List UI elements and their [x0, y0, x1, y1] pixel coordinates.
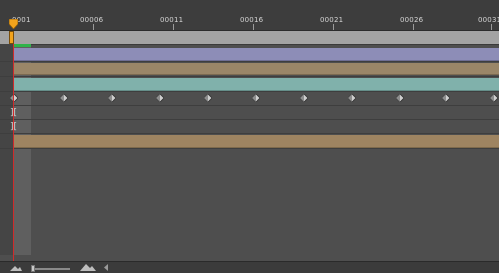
- timeline-zoom-toolbar: [0, 261, 499, 273]
- keyframe-icon[interactable]: [396, 94, 404, 102]
- time-ruler[interactable]: 0001 00006 00011 00016 00021 00026 00031: [0, 0, 499, 30]
- ruler-label: 00026: [400, 16, 424, 24]
- current-time-handle[interactable]: [9, 31, 14, 44]
- row-divider: [0, 61, 499, 62]
- work-area-bar[interactable]: [0, 31, 499, 45]
- keyframe-icon[interactable]: [252, 94, 260, 102]
- current-time-line: [13, 44, 14, 261]
- ruler-label: 00031: [478, 16, 499, 24]
- layer-bar[interactable]: [14, 135, 499, 148]
- ruler-label: 00021: [320, 16, 344, 24]
- keyframe-icon[interactable]: [348, 94, 356, 102]
- ruler-label: 00016: [240, 16, 264, 24]
- keyframe-icon[interactable]: [108, 94, 116, 102]
- keyframe-icon[interactable]: [60, 94, 68, 102]
- keyframe-icon[interactable]: [300, 94, 308, 102]
- keyframe-row: [0, 92, 499, 104]
- zoom-out-mountain-icon[interactable]: [10, 263, 22, 272]
- layer-bar[interactable]: [14, 63, 499, 75]
- row-divider: [0, 119, 499, 120]
- keyframe-icon[interactable]: [204, 94, 212, 102]
- layer-bar[interactable]: [14, 48, 499, 61]
- row-divider: [0, 148, 499, 149]
- timeline-panel: 0001 00006 00011 00016 00021 00026 00031: [0, 0, 499, 273]
- zoom-in-mountain-icon[interactable]: [80, 263, 96, 272]
- row-divider: [0, 76, 499, 77]
- keyframe-icon[interactable]: [442, 94, 450, 102]
- keyframe-icon[interactable]: [490, 94, 498, 102]
- ruler-label: 00006: [80, 16, 104, 24]
- keyframe-icon[interactable]: [156, 94, 164, 102]
- layer-bar[interactable]: [14, 78, 499, 91]
- zoom-slider-thumb[interactable]: [31, 265, 35, 272]
- row-divider: [0, 133, 499, 134]
- current-time-indicator-icon[interactable]: [9, 19, 18, 29]
- row-divider: [0, 105, 499, 106]
- ruler-label: 00011: [160, 16, 184, 24]
- navigate-left-icon[interactable]: [102, 263, 110, 272]
- keyframe-icon[interactable]: [10, 94, 18, 102]
- zoom-slider-track[interactable]: [34, 268, 70, 270]
